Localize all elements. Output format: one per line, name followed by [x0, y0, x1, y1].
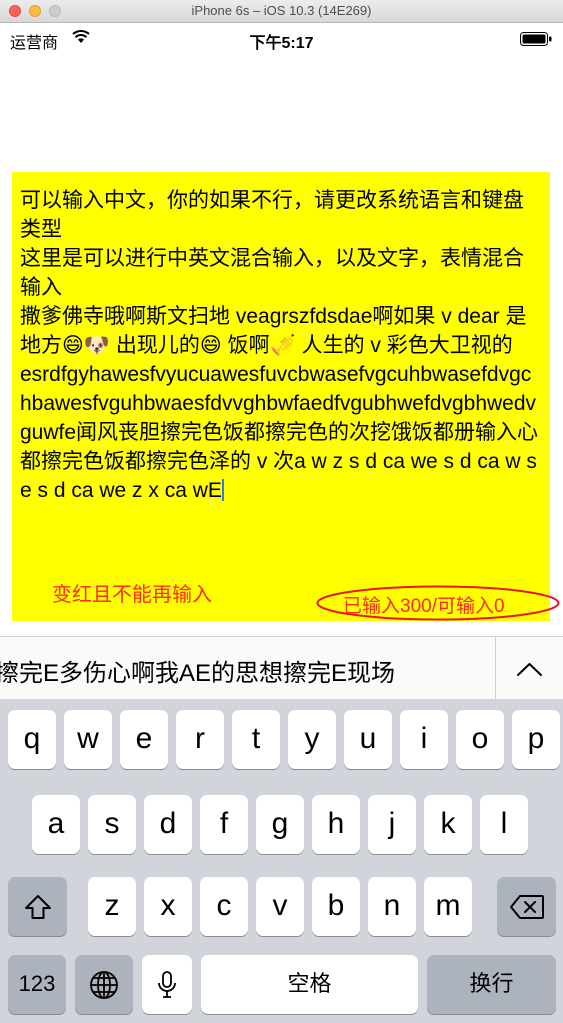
key-m[interactable]: m	[424, 877, 472, 936]
status-time: 下午5:17	[249, 35, 314, 52]
key-e[interactable]: e	[120, 710, 168, 769]
shift-icon	[24, 894, 51, 919]
editor-text: 可以输入中文，你的如果不行，请更改系统语言和键盘类型 这里是可以进行中英文混合输…	[20, 189, 539, 502]
key-r[interactable]: r	[176, 710, 224, 769]
candidate-list[interactable]: 擦完E多伤心啊我AE的思想擦完E现场	[0, 653, 495, 688]
text-cursor	[221, 479, 224, 501]
key-x[interactable]: x	[144, 877, 192, 936]
key-c[interactable]: c	[200, 877, 248, 936]
chevron-up-icon	[517, 663, 542, 676]
globe-icon	[90, 970, 118, 999]
limit-note: 变红且不能再输入	[52, 584, 212, 606]
simulator-titlebar: iPhone 6s – iOS 10.3 (14E269)	[0, 0, 563, 23]
numbers-key[interactable]: 123	[8, 955, 66, 1014]
shift-key[interactable]	[8, 877, 67, 936]
expand-candidates-button[interactable]	[496, 637, 563, 700]
microphone-icon	[158, 970, 176, 998]
key-d[interactable]: d	[144, 795, 192, 854]
key-z[interactable]: z	[88, 877, 136, 936]
key-f[interactable]: f	[200, 795, 248, 854]
status-bar: 运营商 下午5:17	[0, 23, 563, 53]
key-j[interactable]: j	[368, 795, 416, 854]
key-t[interactable]: t	[232, 710, 280, 769]
text-editor[interactable]: 可以输入中文，你的如果不行，请更改系统语言和键盘类型 这里是可以进行中英文混合输…	[12, 172, 550, 621]
dictation-key[interactable]	[142, 955, 192, 1014]
key-a[interactable]: a	[32, 795, 80, 854]
space-key[interactable]: 空格	[201, 955, 418, 1014]
window-title: iPhone 6s – iOS 10.3 (14E269)	[191, 3, 372, 18]
globe-key[interactable]	[75, 955, 133, 1014]
key-h[interactable]: h	[312, 795, 360, 854]
keyboard: q w e r t y u i o p a s d f g h j k l z …	[0, 699, 563, 1023]
key-i[interactable]: i	[400, 710, 448, 769]
candidate-bar: 擦完E多伤心啊我AE的思想擦完E现场	[0, 636, 563, 700]
key-b[interactable]: b	[312, 877, 360, 936]
character-counter: 已输入300/可输入0	[343, 596, 505, 617]
battery-icon	[520, 32, 552, 46]
key-l[interactable]: l	[480, 795, 528, 854]
key-o[interactable]: o	[456, 710, 504, 769]
key-w[interactable]: w	[64, 710, 112, 769]
delete-key[interactable]	[497, 877, 556, 936]
key-s[interactable]: s	[88, 795, 136, 854]
key-p[interactable]: p	[512, 710, 560, 769]
key-v[interactable]: v	[256, 877, 304, 936]
key-k[interactable]: k	[424, 795, 472, 854]
key-n[interactable]: n	[368, 877, 416, 936]
return-key[interactable]: 换行	[427, 955, 556, 1014]
key-u[interactable]: u	[344, 710, 392, 769]
key-g[interactable]: g	[256, 795, 304, 854]
key-y[interactable]: y	[288, 710, 336, 769]
delete-icon	[509, 894, 544, 919]
key-q[interactable]: q	[8, 710, 56, 769]
editor-content[interactable]: 可以输入中文，你的如果不行，请更改系统语言和键盘类型 这里是可以进行中英文混合输…	[20, 186, 542, 505]
